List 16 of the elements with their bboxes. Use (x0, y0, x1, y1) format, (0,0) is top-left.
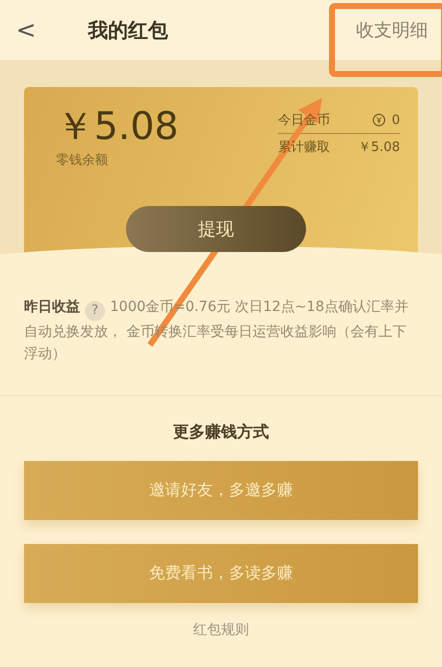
earn-button[interactable]: 免费看书，多读多赚 (24, 544, 418, 603)
earn-button[interactable]: 邀请好友，多邀多赚 (24, 461, 418, 520)
withdraw-button[interactable]: 提现 (126, 206, 306, 252)
section-title: 更多赚钱方式 (173, 422, 269, 443)
stat-value: 0 (392, 112, 400, 128)
stat-label: 今日金币 (278, 112, 330, 129)
transactions-link[interactable]: 收支明细 (356, 18, 428, 42)
page-title: 我的红包 (88, 16, 169, 44)
rules-link[interactable]: 红包规则 (193, 621, 249, 639)
stat-value: ￥5.08 (358, 139, 400, 156)
stat-label: 累计赚取 (278, 139, 330, 156)
back-button[interactable]: < (16, 16, 36, 44)
coin-icon (372, 113, 386, 127)
help-button[interactable]: ? (85, 301, 105, 321)
balance-amount: ￥5.08 (56, 103, 179, 149)
balance-label: 零钱余额 (56, 152, 109, 169)
